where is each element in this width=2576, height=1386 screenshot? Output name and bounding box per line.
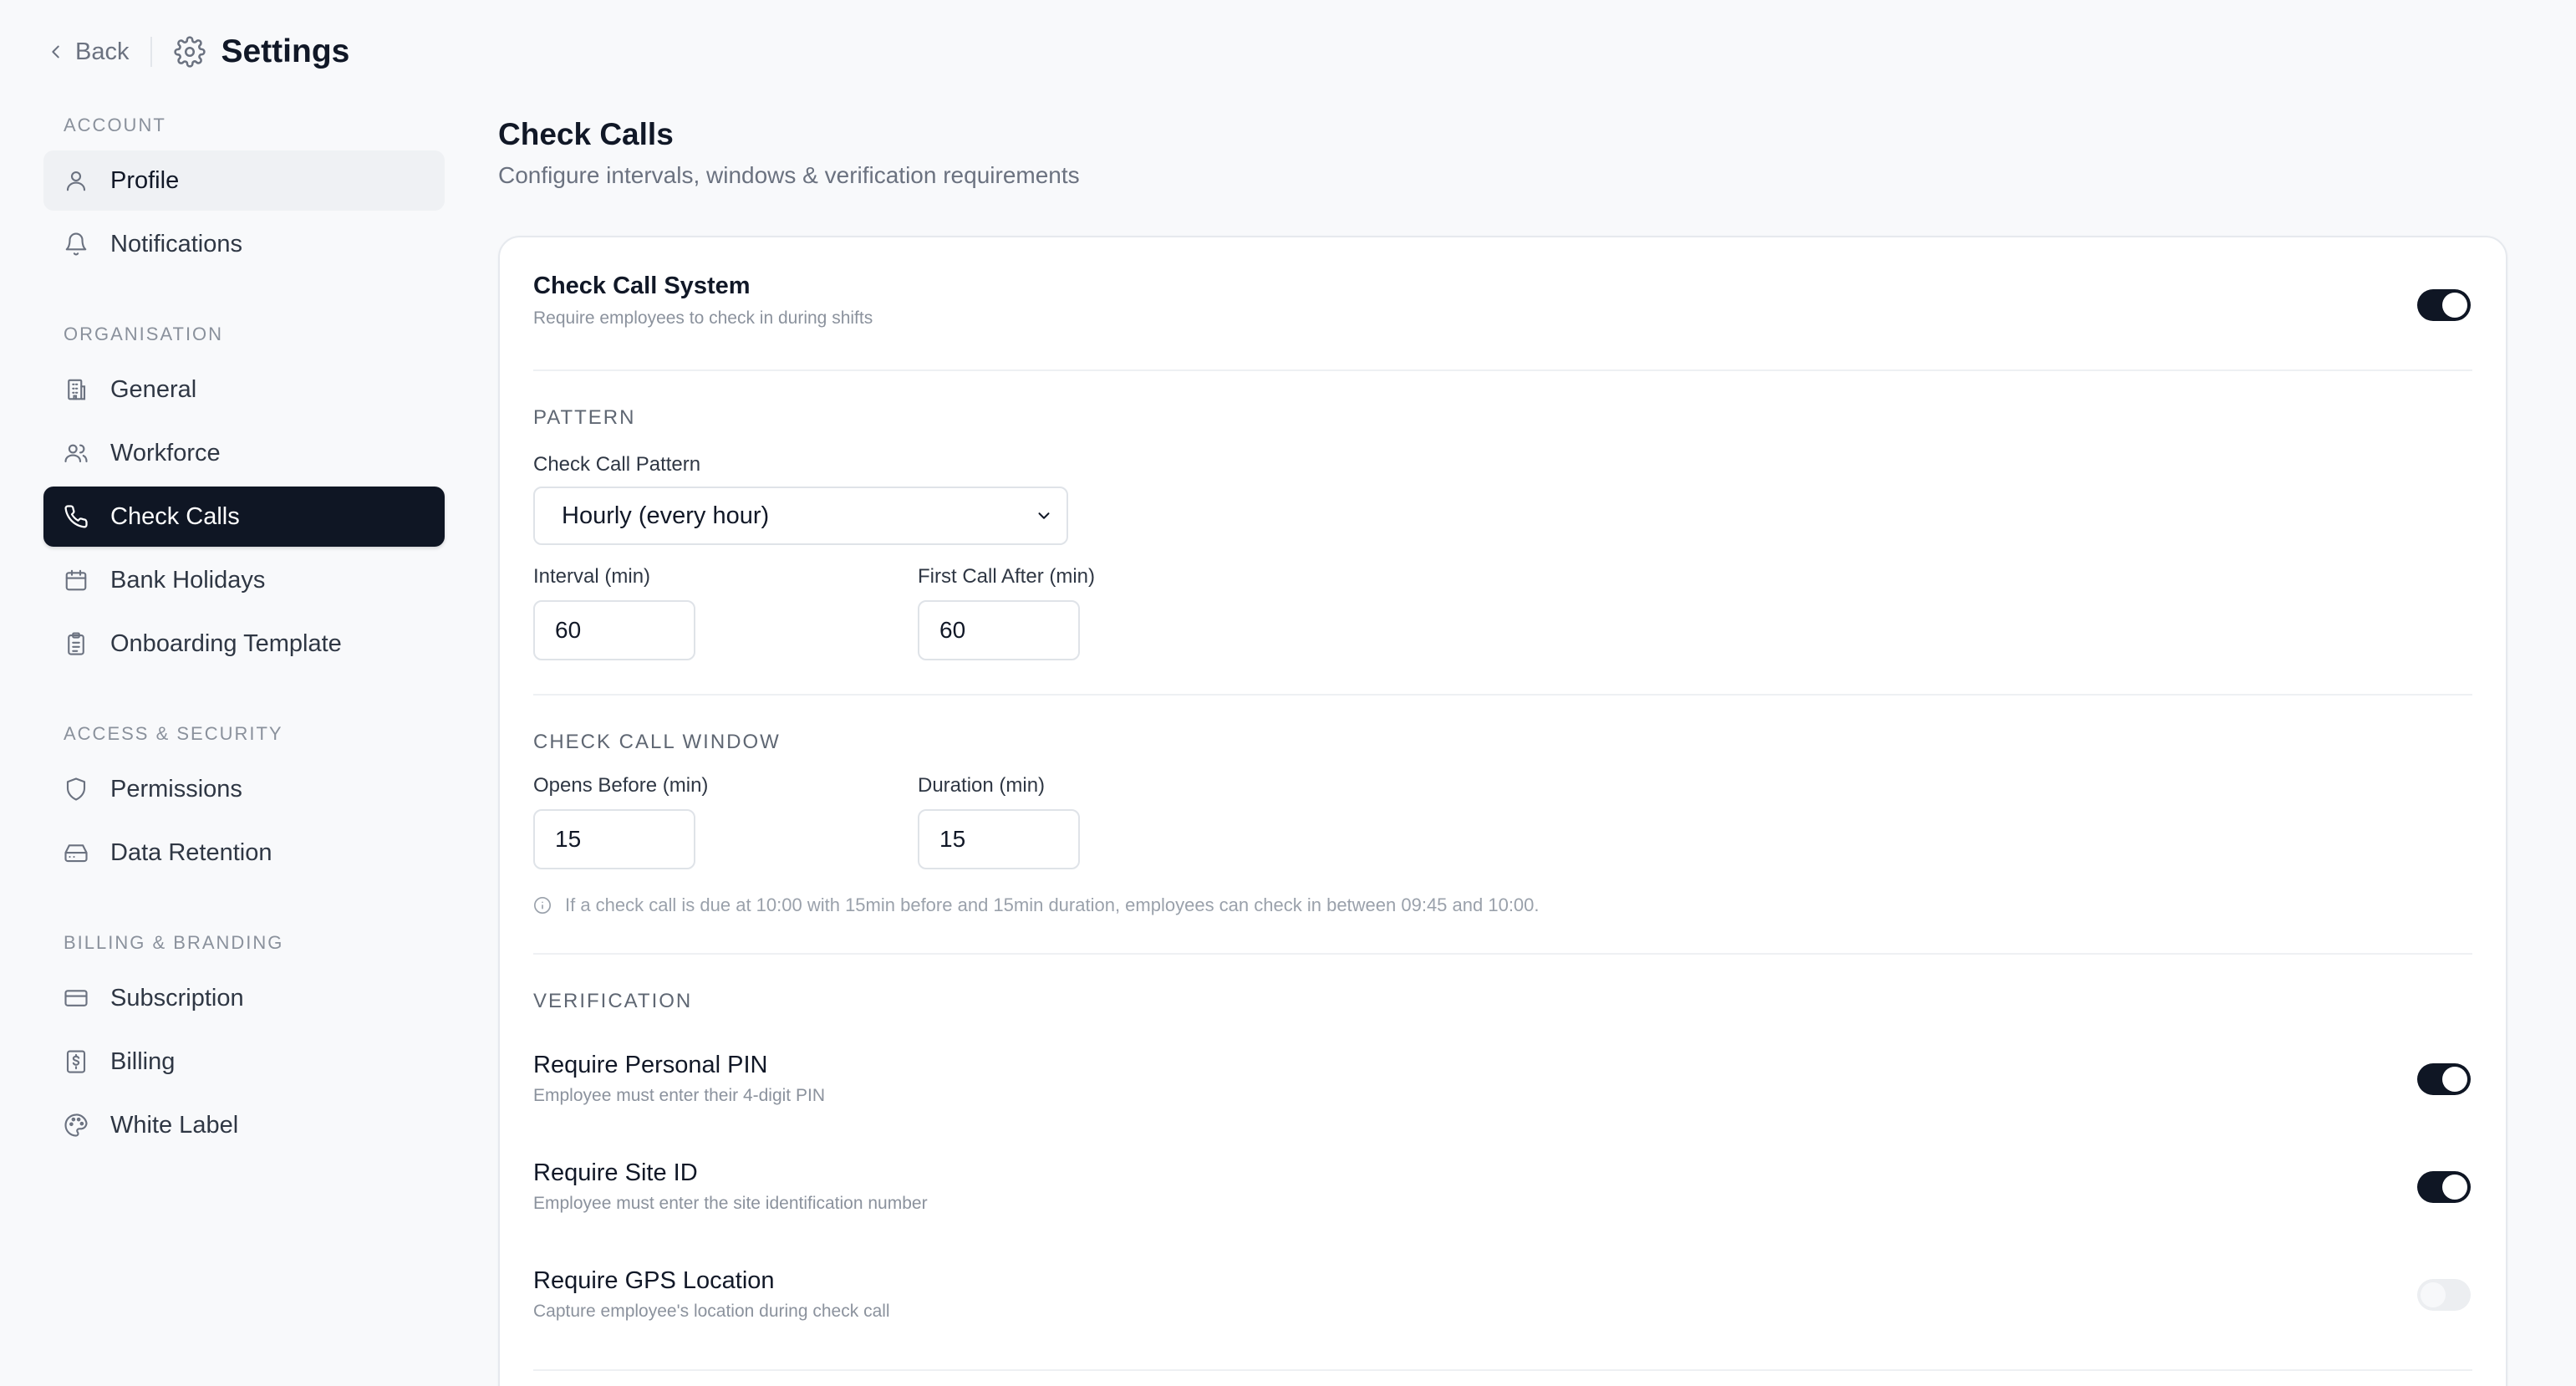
toggle-knob <box>2442 1175 2467 1200</box>
sidebar-item-label: Notifications <box>110 230 242 257</box>
opens-before-input[interactable]: 15 <box>533 809 695 869</box>
settings-card: Check Call System Require employees to c… <box>498 236 2507 1386</box>
hard-drive-icon <box>64 844 88 863</box>
check-call-system-toggle[interactable] <box>2417 289 2471 321</box>
section-divider <box>533 1369 2472 1371</box>
require-gps-toggle[interactable] <box>2417 1279 2471 1311</box>
interval-input[interactable]: 60 <box>533 600 695 660</box>
sidebar-item-label: General <box>110 375 197 403</box>
user-icon <box>66 171 86 191</box>
clipboard-icon <box>68 632 84 655</box>
require-gps-row: Require GPS Location Capture employee's … <box>533 1267 2472 1343</box>
sidebar-item-label: Bank Holidays <box>110 566 266 594</box>
sidebar-item-bank-holidays[interactable]: Bank Holidays <box>43 550 445 610</box>
verification-section: VERIFICATION Require Personal PIN Employ… <box>533 955 2472 1373</box>
back-button[interactable]: Back <box>47 38 129 66</box>
check-call-system-row: Check Call System Require employees to c… <box>533 237 2472 369</box>
sidebar-item-label: White Label <box>110 1111 239 1139</box>
first-call-field: First Call After (min) 60 <box>918 565 1095 660</box>
sidebar-section-billing-branding: BILLING & BRANDING <box>64 932 284 953</box>
calendar-icon <box>65 569 87 591</box>
sidebar-item-data-retention[interactable]: Data Retention <box>43 823 445 883</box>
users-icon <box>64 444 88 463</box>
sidebar-item-label: Profile <box>110 166 180 194</box>
sidebar-item-label: Data Retention <box>110 838 272 866</box>
hint-text: If a check call is due at 10:00 with 15m… <box>565 894 1540 915</box>
field-label: Duration (min) <box>918 774 1046 797</box>
sidebar-item-white-label[interactable]: White Label <box>43 1095 445 1155</box>
opens-before-field: Opens Before (min) 15 <box>533 774 708 869</box>
sidebar: ACCOUNT Profile Notifications ORGANISATI… <box>43 100 445 1159</box>
sidebar-item-check-calls[interactable]: Check Calls <box>43 487 445 547</box>
pattern-section: PATTERN Check Call Pattern Hourly (every… <box>533 371 2472 694</box>
sidebar-section-organisation: ORGANISATION <box>64 324 224 344</box>
require-pin-row: Require Personal PIN Employee must enter… <box>533 1052 2472 1127</box>
row-description: Capture employee's location during check… <box>533 1302 890 1321</box>
sidebar-section-account: ACCOUNT <box>64 115 166 135</box>
sidebar-section-access-security: ACCESS & SECURITY <box>64 723 283 744</box>
field-label: Check Call Pattern <box>533 453 701 476</box>
page-header: Settings <box>174 33 349 70</box>
sidebar-item-notifications[interactable]: Notifications <box>43 214 445 274</box>
toggle-knob <box>2421 1282 2446 1307</box>
row-title: Require Personal PIN <box>533 1052 768 1078</box>
divider <box>150 37 153 67</box>
sidebar-item-label: Workforce <box>110 439 221 466</box>
credit-card-icon <box>64 990 88 1006</box>
receipt-icon <box>66 1050 86 1073</box>
gear-icon <box>174 36 206 68</box>
top-bar: Back Settings <box>47 28 349 75</box>
sidebar-item-profile[interactable]: Profile <box>43 150 445 211</box>
sidebar-item-label: Check Calls <box>110 502 240 530</box>
settings-title: Settings <box>221 33 350 69</box>
field-label: Opens Before (min) <box>533 774 709 797</box>
row-title: Require Site ID <box>533 1159 698 1186</box>
duration-input[interactable]: 15 <box>918 809 1080 869</box>
row-title: Require GPS Location <box>533 1267 775 1294</box>
info-icon <box>534 897 551 914</box>
content-header: Check Calls Configure intervals, windows… <box>498 117 1080 189</box>
sidebar-item-onboarding-template[interactable]: Onboarding Template <box>43 614 445 674</box>
sidebar-item-label: Subscription <box>110 984 244 1011</box>
require-site-id-row: Require Site ID Employee must enter the … <box>533 1159 2472 1235</box>
section-label: VERIFICATION <box>533 990 693 1012</box>
window-hint: If a check call is due at 10:00 with 15m… <box>533 894 1540 916</box>
sidebar-item-billing[interactable]: Billing <box>43 1032 445 1092</box>
sidebar-item-label: Permissions <box>110 775 242 803</box>
check-call-pattern-select[interactable]: Hourly (every hour) <box>533 487 1068 545</box>
toggle-knob <box>2442 1067 2467 1092</box>
require-pin-toggle[interactable] <box>2417 1063 2471 1095</box>
sidebar-item-subscription[interactable]: Subscription <box>43 968 445 1028</box>
first-call-input[interactable]: 60 <box>918 600 1080 660</box>
row-description: Employee must enter their 4-digit PIN <box>533 1086 825 1105</box>
section-label: CHECK CALL WINDOW <box>533 731 781 753</box>
select-value: Hourly (every hour) <box>562 502 770 529</box>
bell-icon <box>65 232 87 256</box>
duration-field: Duration (min) 15 <box>918 774 1080 869</box>
sidebar-item-label: Billing <box>110 1047 176 1075</box>
interval-field: Interval (min) 60 <box>533 565 695 660</box>
sidebar-item-permissions[interactable]: Permissions <box>43 759 445 819</box>
back-label: Back <box>75 38 130 65</box>
shield-icon <box>66 777 86 801</box>
require-site-id-toggle[interactable] <box>2417 1171 2471 1203</box>
toggle-knob <box>2442 293 2467 318</box>
page-title: Check Calls <box>498 117 674 151</box>
sidebar-item-workforce[interactable]: Workforce <box>43 423 445 483</box>
chevron-down-icon <box>1038 512 1050 519</box>
chevron-left-icon <box>52 45 59 59</box>
sidebar-item-label: Onboarding Template <box>110 629 342 657</box>
sidebar-item-general[interactable]: General <box>43 359 445 420</box>
check-call-window-section: CHECK CALL WINDOW Opens Before (min) 15 … <box>533 696 2472 953</box>
page-subtitle: Configure intervals, windows & verificat… <box>498 162 1080 188</box>
field-label: First Call After (min) <box>918 565 1096 588</box>
row-description: Employee must enter the site identificat… <box>533 1194 928 1213</box>
building-icon <box>68 379 86 400</box>
field-label: Interval (min) <box>533 565 651 588</box>
phone-icon <box>64 505 88 528</box>
row-title: Check Call System <box>533 273 751 299</box>
section-label: PATTERN <box>533 406 636 429</box>
row-description: Require employees to check in during shi… <box>533 308 873 328</box>
palette-icon <box>64 1113 88 1137</box>
